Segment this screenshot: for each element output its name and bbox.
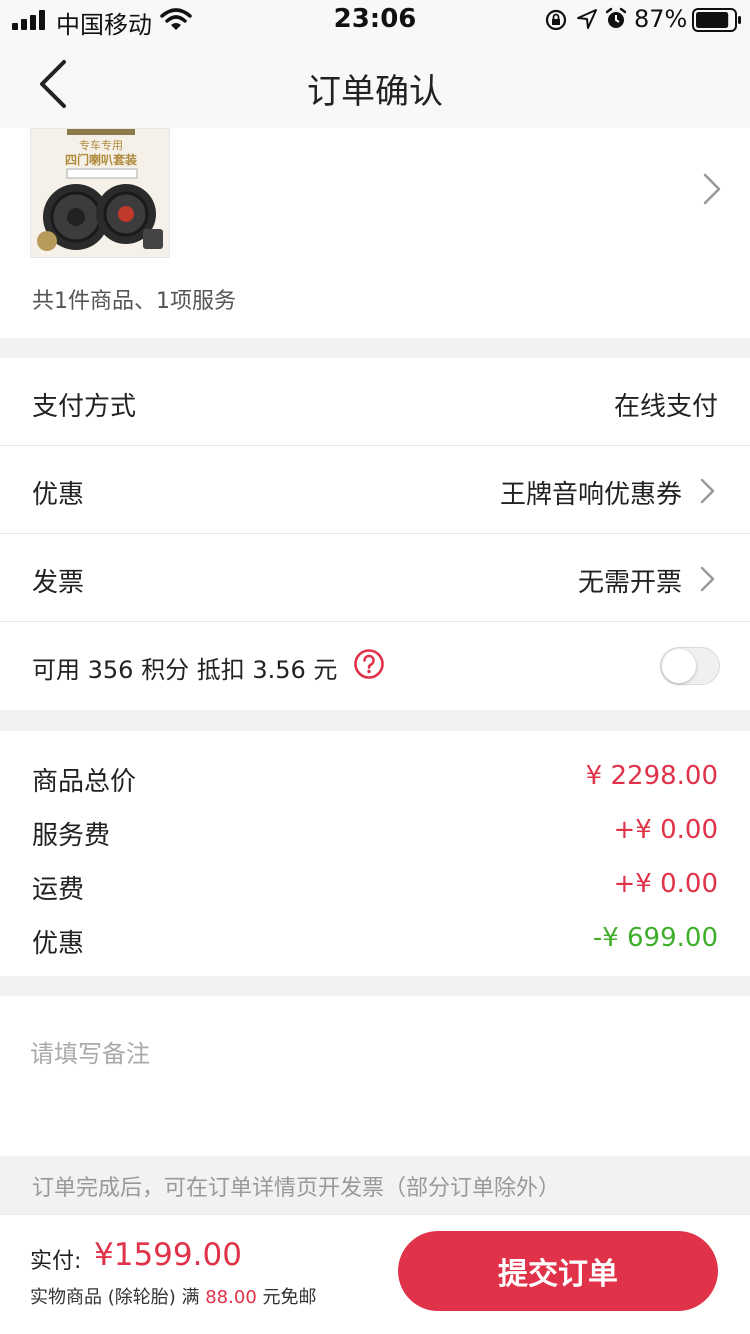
invoice-label: 发票 (32, 568, 85, 598)
chevron-right-icon[interactable] (700, 172, 724, 206)
price-row: 服务费 +¥ 0.00 (0, 805, 750, 859)
price-breakdown: 商品总价 ¥ 2298.00 服务费 +¥ 0.00 运费 +¥ 0.00 优惠… (0, 731, 750, 976)
checkout-bar: 实付: ¥1599.00 实物商品 (除轮胎) 满 88.00 元免邮 提交订单 (0, 1214, 750, 1334)
price-label: 商品总价 (32, 767, 137, 797)
payment-method-row[interactable]: 支付方式 在线支付 (0, 358, 750, 446)
price-value: +¥ 0.00 (613, 815, 718, 845)
remark-input[interactable] (30, 1034, 720, 1074)
payment-method-label: 支付方式 (32, 392, 137, 422)
points-toggle[interactable] (660, 647, 720, 685)
price-row: 商品总价 ¥ 2298.00 (0, 751, 750, 805)
price-value: +¥ 0.00 (613, 869, 718, 899)
coupon-row[interactable]: 优惠 王牌音响优惠券 (0, 446, 750, 534)
price-label: 服务费 (32, 821, 111, 851)
shipping-suffix: 元免邮 (262, 1287, 317, 1308)
price-row: 优惠 -¥ 699.00 (0, 913, 750, 967)
free-shipping-note: 实物商品 (除轮胎) 满 88.00 元免邮 (30, 1283, 317, 1309)
shipping-threshold: 88.00 (205, 1287, 257, 1308)
price-label: 运费 (32, 875, 85, 905)
nav-bar: 订单确认 (0, 40, 750, 128)
price-value: ¥ 2298.00 (585, 761, 718, 791)
location-arrow-icon (577, 9, 597, 29)
product-summary: 共1件商品、1项服务 (32, 289, 236, 314)
battery-icon (692, 8, 741, 32)
product-image: 专车专用 四门喇叭套装 (30, 128, 170, 258)
submit-order-button[interactable]: 提交订单 (398, 1231, 718, 1311)
coupon-label: 优惠 (32, 480, 85, 510)
battery-percent: 87% (634, 5, 688, 33)
chevron-right-icon (700, 566, 715, 592)
product-section[interactable]: 专车专用 四门喇叭套装 共1件商品、1项服务 (0, 128, 750, 338)
page-title: 订单确认 (307, 72, 443, 112)
price-value: -¥ 699.00 (592, 923, 718, 953)
speaker-product-illustration: 专车专用 四门喇叭套装 (31, 129, 169, 257)
alarm-icon (605, 7, 627, 28)
product-image-caption-1: 专车专用 (79, 138, 123, 152)
payment-method-value: 在线支付 (613, 392, 718, 422)
product-image-caption-2: 四门喇叭套装 (65, 152, 137, 167)
pay-amount: ¥1599.00 (94, 1237, 242, 1273)
notice-text: 订单完成后，可在订单详情页开发票（部分订单除外） (32, 1176, 561, 1201)
price-label: 优惠 (32, 929, 85, 959)
points-label: 可用 356 积分 抵扣 3.56 元 (32, 656, 338, 684)
invoice-notice: 订单完成后，可在订单详情页开发票（部分订单除外） (0, 1156, 750, 1214)
toggle-knob (662, 649, 696, 683)
question-help-icon[interactable] (353, 648, 385, 680)
chevron-right-icon (700, 478, 715, 504)
rotation-lock-icon (545, 9, 567, 31)
status-bar: 中国移动 23:06 87% (0, 0, 750, 40)
shipping-prefix: 实物商品 (除轮胎) 满 (30, 1287, 200, 1308)
points-row: 可用 356 积分 抵扣 3.56 元 (0, 622, 750, 710)
invoice-value: 无需开票 (577, 568, 682, 598)
invoice-row[interactable]: 发票 无需开票 (0, 534, 750, 622)
coupon-value: 王牌音响优惠券 (499, 480, 682, 510)
pay-label: 实付: (30, 1249, 82, 1274)
order-options: 支付方式 在线支付 优惠 王牌音响优惠券 发票 无需开票 可用 356 积分 抵… (0, 358, 750, 710)
price-row: 运费 +¥ 0.00 (0, 859, 750, 913)
remark-section (0, 996, 750, 1156)
